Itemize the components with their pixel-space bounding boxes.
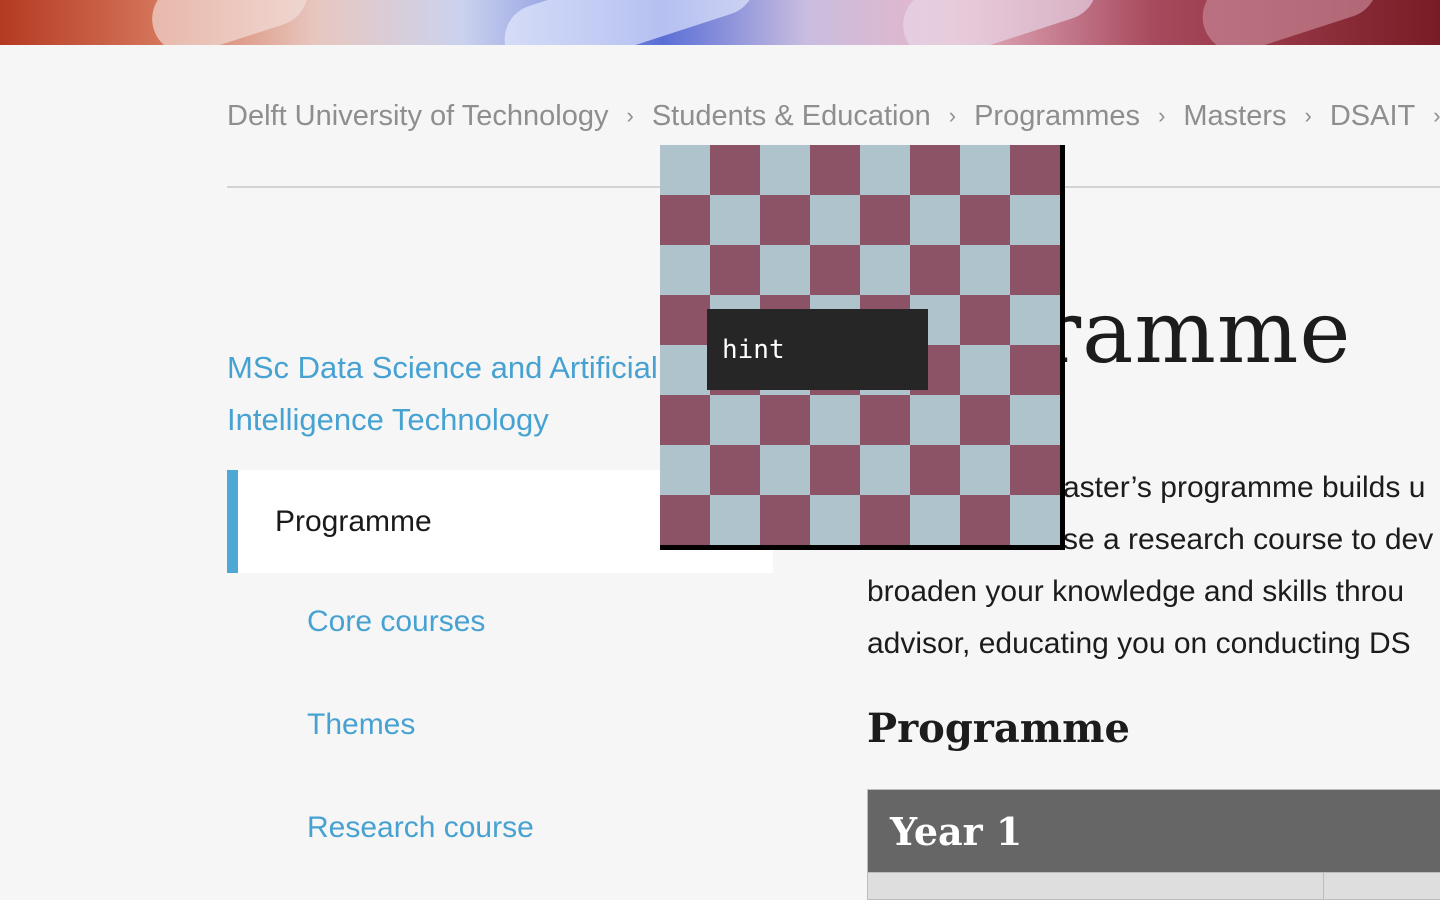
checker-tile: [910, 245, 960, 295]
header-banner-image: [0, 0, 1440, 45]
intro-line: broaden your knowledge and skills throu: [867, 575, 1404, 608]
checker-tile: [1010, 445, 1060, 495]
breadcrumb-item-programmes[interactable]: Programmes: [974, 100, 1140, 133]
checker-tile: [810, 145, 860, 195]
checker-tile: [710, 245, 760, 295]
checker-tile: [1010, 195, 1060, 245]
table-cell: [1324, 873, 1440, 899]
table-row: [868, 872, 1440, 899]
breadcrumb-item-dsait[interactable]: DSAIT: [1330, 100, 1415, 133]
checker-tile: [810, 245, 860, 295]
checker-tile: [960, 195, 1010, 245]
checker-tile: [760, 245, 810, 295]
checker-tile: [710, 445, 760, 495]
checker-tile: [710, 145, 760, 195]
chevron-right-icon: ›: [1158, 103, 1166, 128]
checker-tile: [860, 195, 910, 245]
sidebar-item-core-courses[interactable]: Core courses: [307, 605, 485, 639]
chevron-right-icon: ›: [948, 103, 957, 128]
checker-tile: [960, 245, 1010, 295]
checker-tile: [760, 445, 810, 495]
checker-tile: [660, 495, 710, 545]
checker-tile: [660, 395, 710, 445]
checker-tile: [910, 445, 960, 495]
checker-tile: [960, 395, 1010, 445]
checker-tile: [810, 195, 860, 245]
checker-tile: [660, 345, 710, 395]
table-cell: [868, 873, 1325, 899]
checker-tile: [960, 295, 1010, 345]
sidebar-item-label: Programme: [275, 504, 432, 538]
chevron-right-icon: ›: [1304, 103, 1312, 128]
checker-tile: [910, 495, 960, 545]
breadcrumb-item-university[interactable]: Delft University of Technology: [227, 100, 608, 133]
checker-tile: [810, 445, 860, 495]
checker-tile: [660, 295, 710, 345]
checker-tile: [860, 445, 910, 495]
programme-table: Year 1: [867, 789, 1440, 900]
chevron-right-icon: ›: [1433, 103, 1440, 128]
checker-tile: [1010, 345, 1060, 395]
hint-text: hint: [722, 334, 785, 365]
breadcrumb-item-students-education[interactable]: Students & Education: [652, 100, 931, 133]
checker-tile: [860, 245, 910, 295]
checker-tile: [1010, 495, 1060, 545]
checker-tile: [710, 495, 760, 545]
checker-tile: [660, 145, 710, 195]
checker-tile: [1010, 395, 1060, 445]
checker-tile: [860, 145, 910, 195]
checker-tile: [860, 395, 910, 445]
hint-tooltip: hint: [707, 309, 928, 390]
sidebar-item-research-course[interactable]: Research course: [307, 811, 534, 845]
checker-tile: [1010, 295, 1060, 345]
page-title: ramme: [1040, 283, 1352, 383]
checker-tile: [660, 245, 710, 295]
checker-tile: [1010, 245, 1060, 295]
breadcrumb: Delft University of Technology › Student…: [227, 96, 1440, 136]
checker-tile: [960, 145, 1010, 195]
checker-tile: [810, 495, 860, 545]
checker-tile: [810, 395, 860, 445]
checker-tile: [760, 195, 810, 245]
checker-tile: [960, 495, 1010, 545]
breadcrumb-item-masters[interactable]: Masters: [1183, 100, 1286, 133]
checker-tile: [910, 395, 960, 445]
checker-tile: [960, 345, 1010, 395]
sidebar-programme-title[interactable]: MSc Data Science and Artificial Intellig…: [227, 342, 687, 446]
checker-tile: [660, 445, 710, 495]
intro-line: advisor, educating you on conducting DS: [867, 627, 1411, 660]
checker-tile: [960, 445, 1010, 495]
checker-tile: [710, 195, 760, 245]
sidebar-item-themes[interactable]: Themes: [307, 708, 415, 742]
table-header-year-1: Year 1: [868, 790, 1440, 872]
checker-tile: [660, 195, 710, 245]
checker-tile: [860, 495, 910, 545]
chevron-right-icon: ›: [626, 103, 634, 128]
checker-tile: [710, 395, 760, 445]
checker-tile: [760, 395, 810, 445]
checker-tile: [910, 145, 960, 195]
checker-tile: [760, 145, 810, 195]
checker-tile: [910, 195, 960, 245]
checker-tile: [760, 495, 810, 545]
checker-tile: [1010, 145, 1060, 195]
section-heading: Programme: [867, 705, 1130, 752]
